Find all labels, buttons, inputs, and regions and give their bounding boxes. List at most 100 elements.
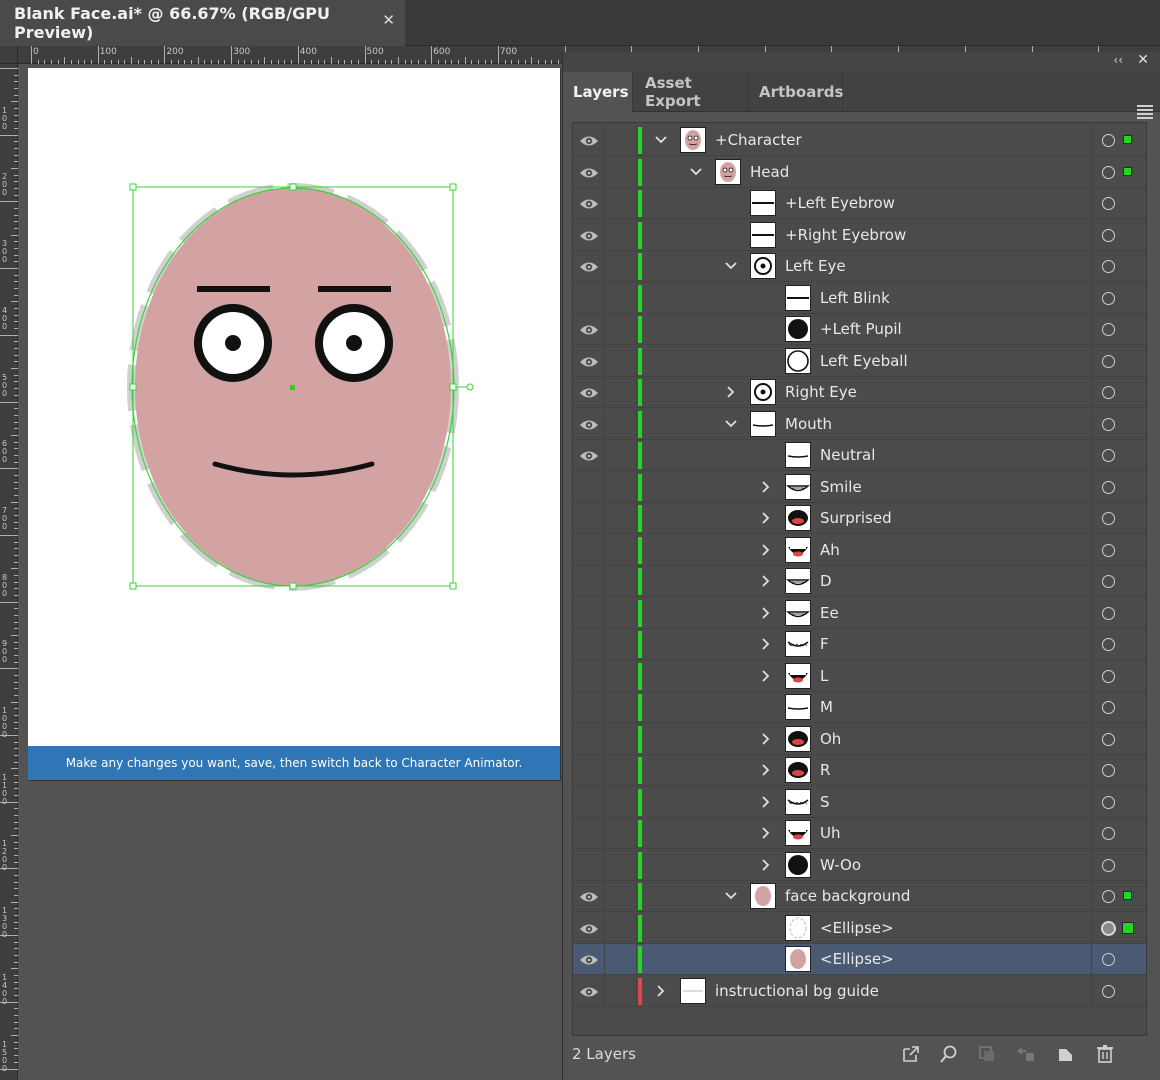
layer-row[interactable]: Smile [573,471,1146,503]
visibility-toggle[interactable] [573,786,605,818]
visibility-toggle[interactable] [573,188,605,219]
layer-name[interactable]: +Character [715,125,802,156]
lock-toggle[interactable] [605,503,637,534]
lock-toggle[interactable] [605,282,637,314]
target-icon[interactable] [1102,260,1115,273]
chevron-right-icon[interactable] [758,479,774,495]
chevron-right-icon[interactable] [758,573,774,589]
artboard[interactable]: Make any changes you want, save, then sw… [28,68,560,780]
selection-indicator[interactable] [1123,135,1132,144]
layer-name[interactable]: Left Eyeball [820,346,908,377]
lock-toggle[interactable] [605,629,637,660]
target-icon[interactable] [1102,732,1115,746]
layer-row[interactable]: +Left Eyebrow [573,188,1146,219]
lock-toggle[interactable] [605,188,637,219]
layer-row[interactable]: instructional bg guide [573,975,1146,1007]
layer-name[interactable]: Head [750,157,789,188]
target-icon[interactable] [1102,512,1115,525]
target-icon[interactable] [1102,417,1115,431]
visibility-toggle[interactable] [573,849,605,881]
layer-row[interactable]: +Character [573,125,1146,156]
selection-indicator[interactable] [1123,166,1132,176]
layer-name[interactable]: W-Oo [820,850,861,881]
target-icon[interactable] [1102,291,1115,305]
target-icon[interactable] [1102,165,1115,179]
layer-name[interactable]: instructional bg guide [715,976,879,1007]
eye-icon[interactable] [579,322,599,336]
clipping-mask-icon[interactable] [976,1043,998,1065]
layer-row[interactable]: <Ellipse> [573,944,1146,975]
visibility-toggle[interactable] [573,629,605,660]
lock-toggle[interactable] [605,786,637,818]
layer-row[interactable]: Head [573,156,1146,188]
chevron-right-icon[interactable] [653,983,669,999]
panel-title-bar[interactable]: ‹‹ ✕ [563,52,1160,72]
lock-toggle[interactable] [605,912,637,944]
layer-name[interactable]: L [820,661,828,692]
layer-name[interactable]: face background [785,881,910,912]
layer-name[interactable]: Left Blink [820,283,890,314]
target-icon[interactable] [1102,953,1115,966]
lock-toggle[interactable] [605,345,637,377]
visibility-toggle[interactable] [573,660,605,692]
chevron-right-icon[interactable] [723,384,739,400]
chevron-down-icon[interactable] [688,164,704,180]
target-icon[interactable] [1102,386,1115,399]
lock-toggle[interactable] [605,314,637,345]
chevron-right-icon[interactable] [758,636,774,652]
visibility-toggle[interactable] [573,282,605,314]
eye-icon[interactable] [579,165,599,179]
panel-menu-icon[interactable] [1137,105,1153,119]
document-tab[interactable]: Blank Face.ai* @ 66.67% (RGB/GPU Preview… [0,0,405,46]
lock-toggle[interactable] [605,975,637,1007]
target-icon[interactable] [1102,890,1115,903]
eye-icon[interactable] [579,196,599,210]
chevron-right-icon[interactable] [758,794,774,810]
layer-name[interactable]: D [820,566,832,597]
target-icon[interactable] [1102,858,1115,872]
close-document-icon[interactable]: ✕ [382,11,395,29]
search-icon[interactable] [938,1043,960,1065]
target-icon[interactable] [1102,480,1115,494]
visibility-toggle[interactable] [573,534,605,566]
layer-row[interactable]: Right Eye [573,377,1146,408]
visibility-toggle[interactable] [573,503,605,534]
visibility-toggle[interactable] [573,156,605,188]
lock-toggle[interactable] [605,471,637,503]
layer-row[interactable]: Ee [573,597,1146,629]
layer-name[interactable]: Mouth [785,409,832,440]
layer-row[interactable]: <Ellipse> [573,912,1146,944]
layer-row[interactable]: Left Eyeball [573,345,1146,377]
lock-toggle[interactable] [605,125,637,156]
eye-icon[interactable] [579,417,599,431]
target-icon[interactable] [1102,134,1115,147]
target-icon[interactable] [1101,920,1116,936]
visibility-toggle[interactable] [573,881,605,912]
layer-row[interactable]: +Left Pupil [573,314,1146,345]
visibility-toggle[interactable] [573,723,605,755]
tab-asset-export[interactable]: Asset Export [635,72,748,112]
chevron-right-icon[interactable] [758,668,774,684]
lock-toggle[interactable] [605,723,637,755]
chevron-right-icon[interactable] [758,825,774,841]
eye-icon[interactable] [579,921,599,935]
layer-row[interactable]: Neutral [573,440,1146,471]
chevron-down-icon[interactable] [723,888,739,904]
layer-name[interactable]: +Left Eyebrow [785,188,895,219]
target-icon[interactable] [1102,638,1115,651]
layer-name[interactable]: F [820,629,829,660]
visibility-toggle[interactable] [573,818,605,849]
target-icon[interactable] [1102,354,1115,368]
lock-toggle[interactable] [605,566,637,597]
layer-name[interactable]: Ee [820,598,839,629]
selection-indicator[interactable] [1122,921,1134,934]
eye-icon[interactable] [579,385,599,399]
layer-name[interactable]: Ah [820,535,840,566]
visibility-toggle[interactable] [573,692,605,723]
vertical-ruler[interactable]: 100 200 300 400 500 600 700 800 900 1000 1100 1200 1… [0,64,18,1080]
target-icon[interactable] [1102,827,1115,840]
visibility-toggle[interactable] [573,566,605,597]
lock-toggle[interactable] [605,755,637,786]
target-icon[interactable] [1102,669,1115,683]
collapse-panel-icon[interactable]: ‹‹ [1113,53,1123,67]
